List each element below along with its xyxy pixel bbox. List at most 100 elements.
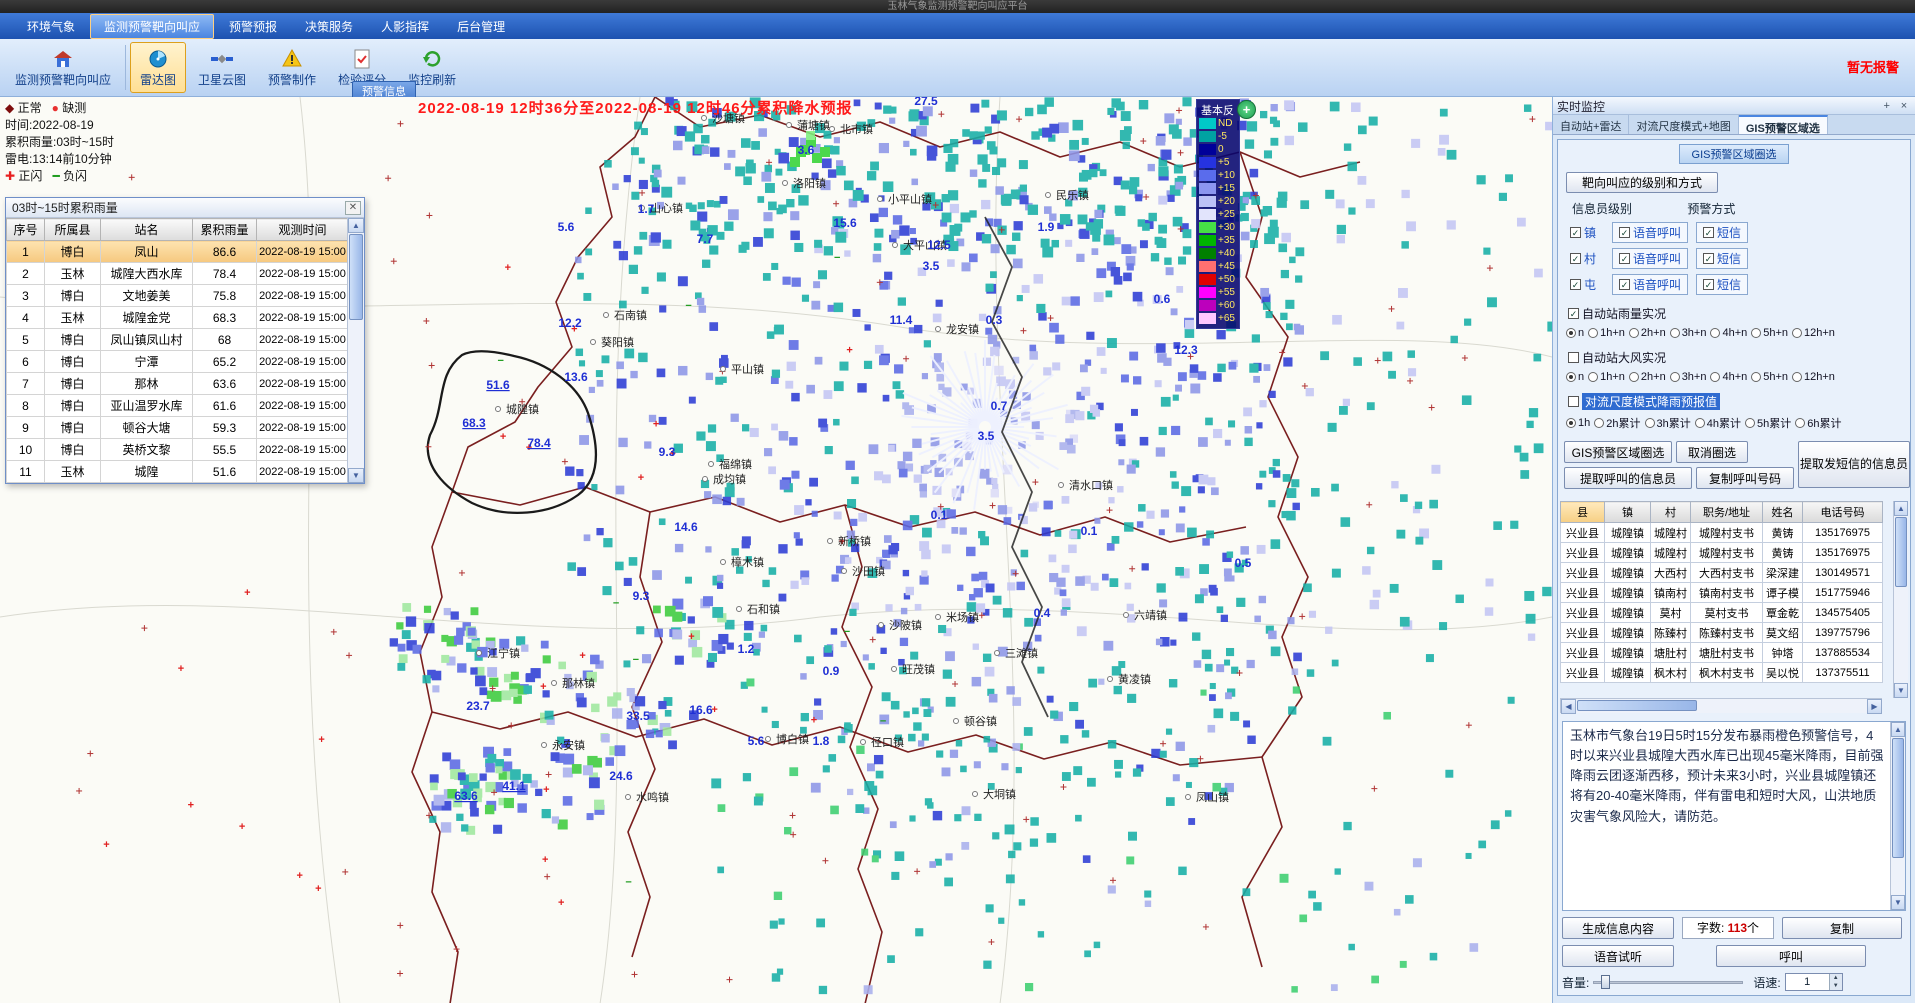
- voice-call-option[interactable]: ✓语音呼叫: [1612, 274, 1688, 295]
- radio[interactable]: [1795, 418, 1805, 428]
- sms-option[interactable]: ✓短信: [1696, 222, 1748, 243]
- scroll-down-icon[interactable]: ▼: [1891, 895, 1905, 910]
- radio-option[interactable]: 2h+n: [1629, 327, 1666, 339]
- rain-window-titlebar[interactable]: 03时~15时累积雨量 ✕: [6, 198, 364, 218]
- cancel-select-button[interactable]: 取消圈选: [1676, 441, 1748, 463]
- radio[interactable]: [1751, 328, 1761, 338]
- menu-tab-0[interactable]: 环境气象: [14, 15, 88, 38]
- contacts-vscrollbar[interactable]: ▲ ▼: [1893, 501, 1908, 698]
- column-header[interactable]: 序号: [7, 219, 45, 241]
- menu-tab-2[interactable]: 预警预报: [216, 15, 290, 38]
- table-row[interactable]: 11玉林城隍51.62022-08-19 15:00: [7, 461, 349, 483]
- sms-option[interactable]: ✓短信: [1696, 274, 1748, 295]
- panel-tab-0[interactable]: 自动站+雷达: [1553, 115, 1629, 134]
- scroll-down-icon[interactable]: ▼: [1894, 683, 1908, 698]
- checkbox[interactable]: ✓: [1703, 253, 1714, 264]
- checkbox[interactable]: ✓: [1568, 308, 1579, 319]
- radio-option[interactable]: 6h累计: [1795, 415, 1841, 431]
- radio-option[interactable]: 12h+n: [1792, 371, 1835, 383]
- table-row[interactable]: 9博白顿谷大塘59.32022-08-19 15:00: [7, 417, 349, 439]
- contact-row[interactable]: 兴业县城隍镇莫村莫村支书覃金乾134575405: [1561, 603, 1883, 623]
- panel-tab-1[interactable]: 对流尺度模式+地图: [1629, 115, 1738, 134]
- radio[interactable]: [1751, 372, 1761, 382]
- copy-number-button[interactable]: 复制呼叫号码: [1696, 467, 1794, 489]
- table-row[interactable]: 8博白亚山温罗水库61.62022-08-19 15:00: [7, 395, 349, 417]
- checkbox[interactable]: ✓: [1570, 253, 1581, 264]
- checkbox[interactable]: ✓: [1570, 227, 1581, 238]
- radio-option[interactable]: 1h+n: [1588, 327, 1625, 339]
- column-header[interactable]: 累积雨量: [193, 219, 257, 241]
- contact-row[interactable]: 兴业县城隍镇枫木村枫木村支书吴以悦137375511: [1561, 663, 1883, 683]
- menu-tab-5[interactable]: 后台管理: [444, 15, 518, 38]
- contact-row[interactable]: 兴业县城隍镇城隍村城隍村支书黄铸135176975: [1561, 543, 1883, 563]
- generate-message-button[interactable]: 生成信息内容: [1562, 917, 1674, 939]
- scroll-up-icon[interactable]: ▲: [348, 218, 364, 233]
- contact-row[interactable]: 兴业县城隍镇城隍村城隍村支书黄铸135176975: [1561, 523, 1883, 543]
- radio-option[interactable]: 12h+n: [1792, 327, 1835, 339]
- radio[interactable]: [1645, 418, 1655, 428]
- table-row[interactable]: 6博白宁潭65.22022-08-19 15:00: [7, 351, 349, 373]
- radio[interactable]: [1629, 372, 1639, 382]
- radio-option[interactable]: 3h累计: [1645, 415, 1691, 431]
- close-icon[interactable]: ×: [1897, 100, 1911, 112]
- toolbar-button-0[interactable]: 监测预警靶向叫应: [5, 42, 121, 93]
- table-row[interactable]: 1博白凤山86.62022-08-19 15:00: [7, 241, 349, 263]
- radio-option[interactable]: 1h+n: [1588, 371, 1625, 383]
- column-header[interactable]: 观测时间: [257, 219, 349, 241]
- map-locate-button[interactable]: +: [1237, 100, 1256, 119]
- radio[interactable]: [1745, 418, 1755, 428]
- scroll-thumb[interactable]: [349, 234, 363, 320]
- contact-row[interactable]: 兴业县城隍镇陈臻村陈臻村支书莫文绍139775796: [1561, 623, 1883, 643]
- contact-row[interactable]: 兴业县城隍镇镇南村镇南村支书谭子模151775946: [1561, 583, 1883, 603]
- scroll-right-icon[interactable]: ▶: [1867, 699, 1882, 714]
- radio[interactable]: [1566, 418, 1576, 428]
- radio[interactable]: [1792, 328, 1802, 338]
- message-scrollbar[interactable]: ▲ ▼: [1890, 722, 1905, 910]
- radio[interactable]: [1629, 328, 1639, 338]
- contact-row[interactable]: 兴业县城隍镇大西村大西村支书梁深建130149571: [1561, 563, 1883, 583]
- checkbox[interactable]: ✓: [1619, 227, 1630, 238]
- gis-circle-select-button[interactable]: GIS预警区域圈选: [1564, 441, 1672, 463]
- radio-option[interactable]: 3h+n: [1670, 327, 1707, 339]
- radio[interactable]: [1792, 372, 1802, 382]
- pin-icon[interactable]: +: [1880, 100, 1894, 112]
- column-header[interactable]: 县: [1561, 502, 1605, 523]
- volume-slider-thumb[interactable]: [1601, 975, 1610, 989]
- radio-option[interactable]: n: [1566, 327, 1584, 339]
- radio[interactable]: [1695, 418, 1705, 428]
- radio-option[interactable]: 5h+n: [1751, 327, 1788, 339]
- table-row[interactable]: 7博白那林63.62022-08-19 15:00: [7, 373, 349, 395]
- column-header[interactable]: 所属县: [45, 219, 101, 241]
- toolbar-button-3[interactable]: 预警制作: [258, 42, 326, 93]
- column-header[interactable]: 电话号码: [1803, 502, 1883, 523]
- volume-slider[interactable]: [1593, 974, 1743, 990]
- column-header[interactable]: 姓名: [1763, 502, 1803, 523]
- radio-option[interactable]: 4h+n: [1710, 371, 1747, 383]
- scroll-down-icon[interactable]: ▼: [348, 468, 364, 483]
- radio[interactable]: [1566, 328, 1576, 338]
- radio-option[interactable]: 3h+n: [1670, 371, 1707, 383]
- voice-preview-button[interactable]: 语音试听: [1562, 945, 1674, 967]
- radio[interactable]: [1670, 328, 1680, 338]
- radio-option[interactable]: 5h+n: [1751, 371, 1788, 383]
- copy-button[interactable]: 复制: [1782, 917, 1902, 939]
- radio[interactable]: [1566, 372, 1576, 382]
- table-row[interactable]: 3博白文地姜美75.82022-08-19 15:00: [7, 285, 349, 307]
- close-icon[interactable]: ✕: [345, 201, 361, 215]
- call-button[interactable]: 呼叫: [1716, 945, 1866, 967]
- column-header[interactable]: 职务/地址: [1691, 502, 1763, 523]
- spin-down-icon[interactable]: ▼: [1830, 982, 1842, 990]
- checkbox[interactable]: ✓: [1570, 279, 1581, 290]
- toolbar-button-1[interactable]: 雷达图: [130, 42, 186, 93]
- scroll-thumb[interactable]: [1577, 700, 1697, 711]
- table-row[interactable]: 5博白凤山镇凤山村682022-08-19 15:00: [7, 329, 349, 351]
- scroll-up-icon[interactable]: ▲: [1894, 501, 1908, 516]
- sms-option[interactable]: ✓短信: [1696, 248, 1748, 269]
- checkbox[interactable]: ✓: [1703, 279, 1714, 290]
- radar-map[interactable]: ++++++++++++++++++++++++++−−−−−−−−沙塘镇蒲塘镇…: [0, 97, 1552, 1003]
- menu-tab-4[interactable]: 人影指挥: [368, 15, 442, 38]
- radio-option[interactable]: 5h累计: [1745, 415, 1791, 431]
- radio[interactable]: [1588, 372, 1598, 382]
- panel-tab-2[interactable]: GIS预警区域选: [1739, 115, 1828, 134]
- radio[interactable]: [1594, 418, 1604, 428]
